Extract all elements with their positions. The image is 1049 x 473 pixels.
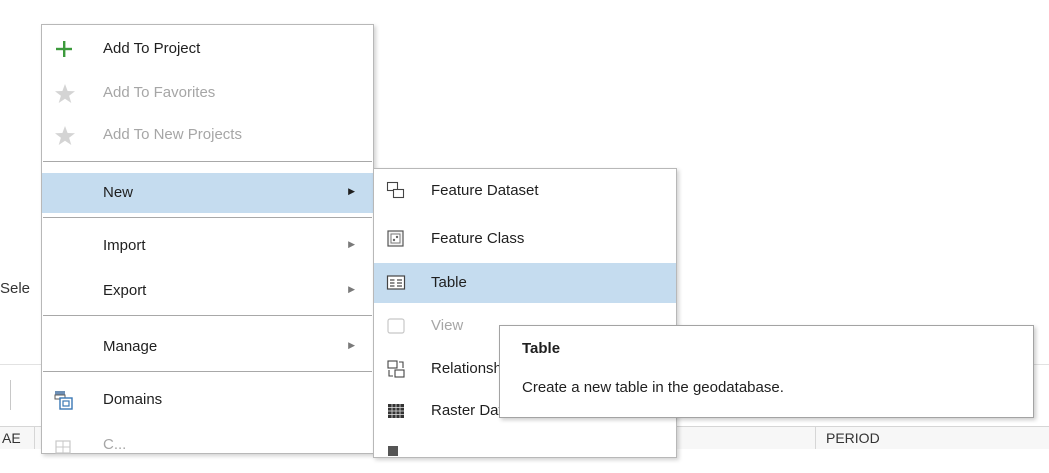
menu-item-add-to-new-projects[interactable]: Add To New Projects — [42, 115, 373, 155]
menu-item-label: Add To Favorites — [103, 84, 216, 101]
submenu-item-label: View — [431, 317, 464, 334]
grid-icon — [386, 443, 406, 463]
table-icon — [386, 273, 406, 293]
star-icon — [54, 125, 75, 145]
star-icon — [54, 83, 75, 103]
tooltip-description: Create a new table in the geodatabase. — [522, 379, 784, 396]
menu-item-label: C... — [103, 436, 127, 453]
submenu-arrow-icon: ▶ — [348, 284, 355, 294]
submenu-arrow-icon: ▶ — [348, 239, 355, 249]
menu-item-add-to-favorites[interactable]: Add To Favorites — [42, 73, 373, 113]
submenu-item-partial[interactable] — [374, 433, 676, 473]
menu-item-import[interactable]: Import ▶ — [42, 226, 373, 266]
view-icon — [386, 316, 406, 336]
menu-item-label: Domains — [103, 391, 163, 408]
menu-item-label: Import — [103, 237, 146, 254]
menu-item-label: New — [103, 184, 134, 201]
submenu-item-table[interactable]: Table — [374, 263, 676, 303]
background-column-header-period[interactable]: PERIOD — [826, 430, 880, 446]
feature-class-icon — [386, 229, 406, 249]
menu-item-new[interactable]: New ▶ — [42, 173, 373, 213]
submenu-arrow-icon: ▶ — [348, 340, 355, 350]
submenu-item-feature-class[interactable]: Feature Class — [374, 219, 676, 259]
submenu-item-label: Table — [431, 274, 467, 291]
menu-item-domains[interactable]: Domains — [42, 380, 373, 420]
menu-separator — [43, 371, 372, 372]
submenu-arrow-icon: ▶ — [348, 186, 355, 196]
menu-separator — [43, 217, 372, 218]
plus-icon — [54, 39, 74, 59]
domains-icon — [54, 390, 74, 410]
background-selection-label: Sele — [0, 280, 31, 297]
menu-item-label: Add To Project — [103, 40, 201, 57]
relationship-class-icon — [386, 359, 406, 379]
raster-dataset-icon — [386, 401, 406, 421]
submenu-item-label: Feature Dataset — [431, 182, 539, 199]
menu-item-label: Export — [103, 282, 147, 299]
menu-item-add-to-project[interactable]: Add To Project — [42, 29, 373, 69]
menu-item-compare[interactable]: C... — [42, 425, 373, 465]
tooltip-title: Table — [522, 340, 561, 357]
tooltip-table: Table Create a new table in the geodatab… — [499, 325, 1034, 418]
compare-icon — [54, 435, 74, 455]
menu-separator — [43, 161, 372, 162]
background-column-divider — [815, 426, 816, 449]
feature-dataset-icon — [386, 181, 406, 201]
background-column-header-ae[interactable]: AE — [2, 430, 21, 446]
menu-item-export[interactable]: Export ▶ — [42, 271, 373, 311]
background-toolbar-separator — [10, 380, 11, 410]
submenu-item-feature-dataset[interactable]: Feature Dataset — [374, 171, 676, 211]
submenu-item-label: Feature Class — [431, 230, 525, 247]
menu-item-label: Add To New Projects — [103, 126, 242, 143]
menu-item-manage[interactable]: Manage ▶ — [42, 327, 373, 367]
menu-item-label: Manage — [103, 338, 158, 355]
context-menu: Add To Project Add To Favorites Add To N… — [41, 24, 374, 454]
menu-separator — [43, 315, 372, 316]
background-column-divider — [34, 426, 35, 449]
